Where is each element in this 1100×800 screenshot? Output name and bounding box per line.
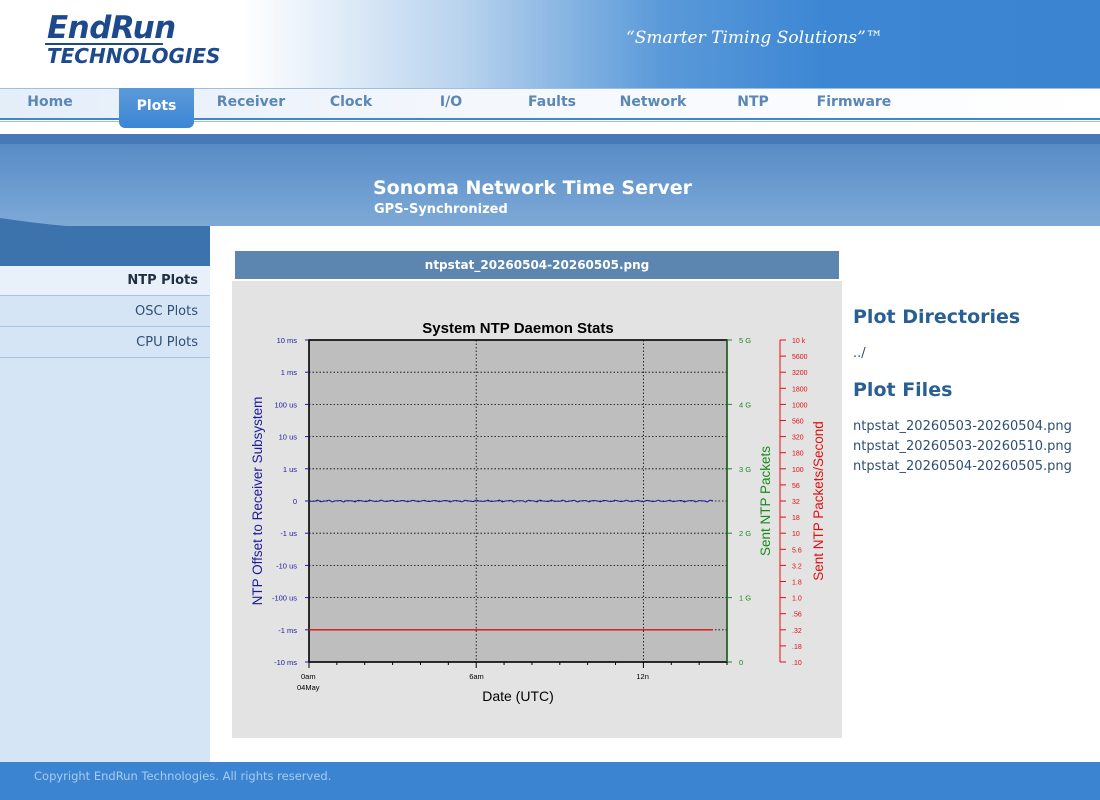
plot-panel: 10 ms 1 ms 100 us 10 us 1 us 0 -1 us -10 us -100…: [232, 281, 842, 738]
x-tick-label: 0am: [301, 672, 316, 681]
left-tick-label: -10 us: [276, 561, 297, 570]
nav-ntp[interactable]: NTP: [722, 94, 784, 114]
left-tick-label: 100 us: [274, 400, 297, 409]
file-link[interactable]: ntpstat_20260503-20260510.png: [853, 439, 1072, 454]
left-tick-label: 1 us: [283, 465, 297, 474]
left-tick-label: 10 us: [279, 433, 298, 442]
left-axis-ticks: 10 ms 1 ms 100 us 10 us 1 us 0 -1 us -10 us -100…: [272, 336, 309, 667]
tagline: “Smarter Timing Solutions”™: [626, 28, 883, 48]
banner-title: Sonoma Network Time Server: [373, 177, 693, 199]
rate-tick-label: 180: [792, 451, 804, 458]
plot-files-heading: Plot Files: [853, 379, 953, 401]
left-tick-label: -100 us: [272, 594, 297, 603]
x-tick-sublabel: 04May: [297, 683, 320, 692]
nav-faults[interactable]: Faults: [513, 94, 591, 114]
rate-tick-label: 56: [792, 483, 800, 490]
rate-tick-label: 18: [792, 515, 800, 522]
page-footer: Copyright EndRun Technologies. All right…: [0, 762, 1100, 800]
rate-tick-label: 1.0: [792, 596, 802, 603]
main-nav: Home Plots Receiver Clock I/O Faults Net…: [0, 88, 1100, 134]
rate-tick-label: .18: [792, 644, 802, 651]
nav-io[interactable]: I/O: [418, 94, 484, 114]
banner-subtitle: GPS-Synchronized: [374, 202, 508, 217]
right-axis-rate-ticks: 10 k 5600 3200 1800 1000 560 320 180 100 56 32 18 10…: [780, 338, 808, 667]
file-link[interactable]: ntpstat_20260504-20260505.png: [853, 459, 1072, 474]
plot-filename-bar: ntpstat_20260504-20260505.png: [235, 251, 839, 279]
rate-tick-label: 3.2: [792, 563, 802, 570]
copyright-text: Copyright EndRun Technologies. All right…: [34, 769, 332, 783]
left-tick-label: 0: [293, 497, 297, 506]
rate-tick-label: 100: [792, 467, 804, 474]
rate-tick-label: 1000: [792, 402, 808, 409]
rate-tick-label: 10: [792, 531, 800, 538]
x-tick-label: 6am: [469, 672, 484, 681]
packets-tick-label: 5 G: [739, 336, 751, 345]
rate-tick-label: .56: [792, 612, 802, 619]
rate-tick-label: 1.8: [792, 580, 802, 587]
sidebar-item-ntp-plots[interactable]: NTP Plots: [0, 266, 210, 296]
x-tick-label: 12n: [636, 672, 649, 681]
ntp-stats-chart: 10 ms 1 ms 100 us 10 us 1 us 0 -1 us -10 us -100…: [250, 320, 826, 704]
right-axis-packets-ticks: 5 G 4 G 3 G 2 G 1 G 0: [727, 336, 751, 667]
right-axis-packets-label: Sent NTP Packets: [758, 446, 773, 556]
nav-home[interactable]: Home: [10, 94, 90, 114]
packets-tick-label: 1 G: [739, 594, 751, 603]
chart-title: System NTP Daemon Stats: [422, 320, 613, 337]
right-axis-rate-label: Sent NTP Packets/Second: [811, 421, 826, 581]
nav-network[interactable]: Network: [612, 94, 694, 114]
logo-endrun: EndRun: [47, 10, 176, 46]
left-axis-label: NTP Offset to Receiver Subsystem: [250, 397, 265, 606]
rate-tick-label: 32: [792, 499, 800, 506]
left-tick-label: 10 ms: [277, 336, 298, 345]
logo-technologies: TECHNOLOGIES: [47, 44, 221, 68]
x-axis-label: Date (UTC): [482, 688, 554, 704]
plot-directories-heading: Plot Directories: [853, 306, 1021, 328]
banner-top-stripe: [0, 134, 1100, 144]
sidebar-item-osc-plots[interactable]: OSC Plots: [0, 297, 210, 327]
rate-tick-label: 5600: [792, 354, 808, 361]
packets-tick-label: 3 G: [739, 465, 751, 474]
sidebar: NTP Plots OSC Plots CPU Plots: [0, 266, 210, 762]
sidebar-top-wedge: [0, 226, 210, 266]
sidebar-item-cpu-plots[interactable]: CPU Plots: [0, 328, 210, 358]
nav-plots[interactable]: Plots: [119, 88, 194, 128]
rate-tick-label: 3200: [792, 370, 808, 377]
rate-tick-label: 1800: [792, 386, 808, 393]
page-header: EndRun TECHNOLOGIES “Smarter Timing Solu…: [0, 0, 1100, 88]
dir-link-parent[interactable]: ../: [853, 346, 866, 361]
packets-tick-label: 2 G: [739, 529, 751, 538]
nav-clock[interactable]: Clock: [313, 94, 389, 114]
packets-tick-label: 4 G: [739, 400, 751, 409]
rate-tick-label: 10 k: [792, 338, 806, 345]
rate-tick-label: 560: [792, 419, 804, 426]
left-tick-label: -1 ms: [278, 626, 297, 635]
rate-tick-label: .10: [792, 660, 802, 667]
left-tick-label: -1 us: [280, 529, 297, 538]
rate-tick-label: 320: [792, 435, 804, 442]
left-tick-label: -10 ms: [274, 658, 297, 667]
packets-tick-label: 0: [739, 658, 743, 667]
rate-tick-label: .32: [792, 628, 802, 635]
file-link[interactable]: ntpstat_20260503-20260504.png: [853, 419, 1072, 434]
nav-firmware[interactable]: Firmware: [811, 94, 897, 114]
nav-receiver[interactable]: Receiver: [205, 94, 297, 114]
left-tick-label: 1 ms: [281, 368, 298, 377]
rate-tick-label: 5.6: [792, 547, 802, 554]
